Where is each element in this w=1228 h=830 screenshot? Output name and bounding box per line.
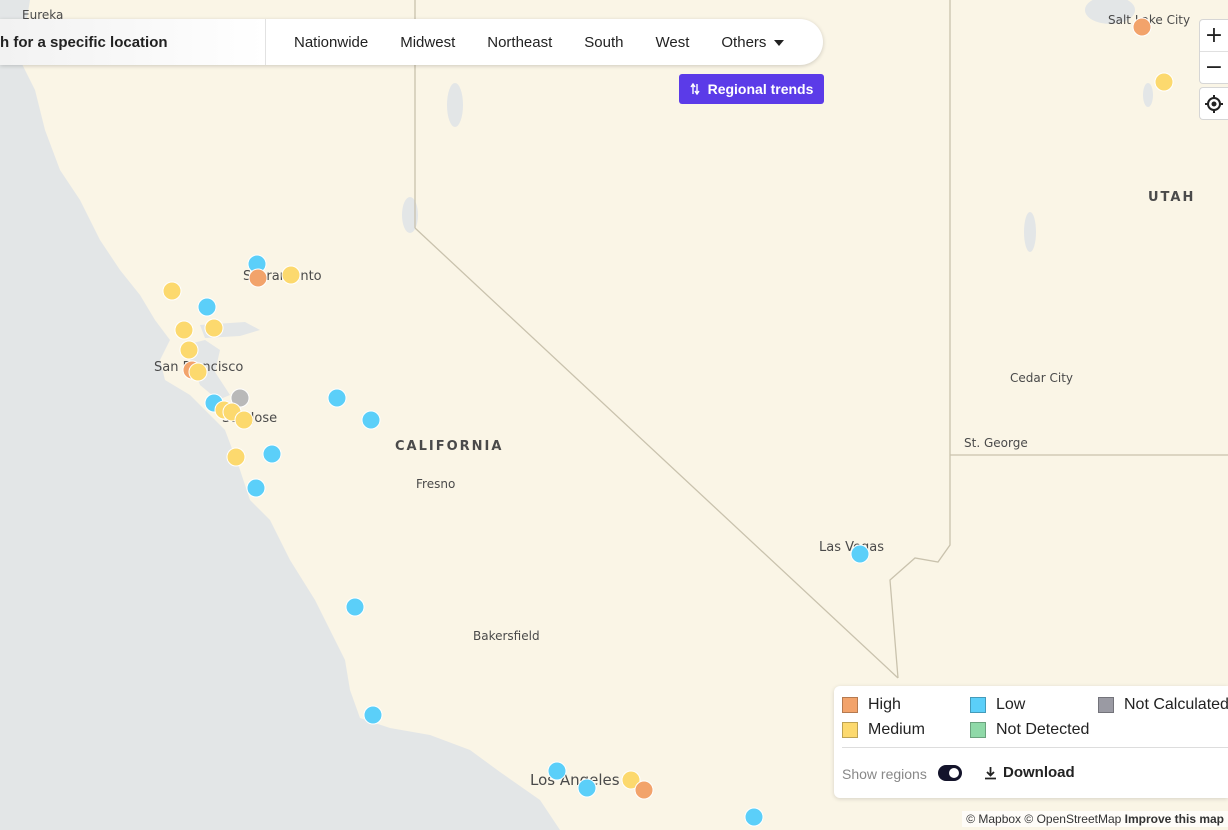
region-nav: Nationwide Midwest Northeast South West … <box>266 19 800 65</box>
swatch-not-calculated <box>1098 697 1114 713</box>
utah-lake <box>1143 83 1153 107</box>
site-marker-low[interactable] <box>246 478 266 498</box>
label-bakersfield: Bakersfield <box>473 629 540 643</box>
site-marker-low[interactable] <box>850 544 870 564</box>
search-field[interactable]: h for a specific location <box>0 19 266 65</box>
search-text: h for a specific location <box>0 33 168 51</box>
crosshair-icon <box>1205 94 1223 113</box>
download-icon <box>985 766 996 779</box>
label-fresno: Fresno <box>416 477 455 491</box>
sort-arrows-icon <box>690 83 700 95</box>
site-marker-low[interactable] <box>547 761 567 781</box>
zoom-in-button[interactable]: + <box>1200 20 1228 52</box>
nav-south[interactable]: South <box>568 34 639 51</box>
nav-west[interactable]: West <box>639 34 705 51</box>
legend-low: Low <box>970 696 1025 714</box>
label-california: CALIFORNIA <box>395 439 503 454</box>
download-label: Download <box>1003 764 1075 781</box>
nav-nationwide[interactable]: Nationwide <box>266 34 384 51</box>
attribution-mapbox[interactable]: © Mapbox <box>966 812 1021 826</box>
nav-others-label: Others <box>721 33 767 51</box>
legend-not-calculated: Not Calculated <box>1098 696 1228 714</box>
label-st-george: St. George <box>964 436 1028 450</box>
site-marker-high[interactable] <box>634 780 654 800</box>
site-marker-medium[interactable] <box>179 340 199 360</box>
swatch-not-detected <box>970 722 986 738</box>
swatch-high <box>842 697 858 713</box>
nav-midwest[interactable]: Midwest <box>384 34 471 51</box>
regional-trends-label: Regional trends <box>707 81 814 97</box>
pyramid-lake <box>447 83 463 127</box>
label-los-angeles: Los Angeles <box>530 771 620 789</box>
locate-button[interactable] <box>1200 88 1228 119</box>
site-marker-medium[interactable] <box>188 362 208 382</box>
attribution-osm[interactable]: © OpenStreetMap <box>1024 812 1121 826</box>
legend-medium: Medium <box>842 721 925 739</box>
zoom-controls: + − <box>1199 19 1228 84</box>
show-regions-label: Show regions <box>842 766 927 782</box>
legend-high-label: High <box>868 696 901 713</box>
site-marker-low[interactable] <box>197 297 217 317</box>
site-marker-medium[interactable] <box>162 281 182 301</box>
legend-not-detected: Not Detected <box>970 721 1089 739</box>
map-attribution: © Mapbox © OpenStreetMap Improve this ma… <box>962 811 1228 827</box>
site-marker-low[interactable] <box>744 807 764 827</box>
download-button[interactable]: Download <box>984 764 1075 781</box>
label-utah: UTAH <box>1148 190 1195 205</box>
site-marker-low[interactable] <box>345 597 365 617</box>
swatch-low <box>970 697 986 713</box>
locate-control <box>1199 87 1228 120</box>
caret-down-icon <box>774 39 785 46</box>
zoom-out-button[interactable]: − <box>1200 52 1228 83</box>
top-bar: h for a specific location Nationwide Mid… <box>0 19 823 65</box>
site-marker-low[interactable] <box>327 388 347 408</box>
legend-not-calculated-label: Not Calculated <box>1124 696 1228 713</box>
show-regions-toggle[interactable] <box>938 765 962 781</box>
legend-divider <box>842 747 1228 748</box>
legend-low-label: Low <box>996 696 1026 713</box>
site-marker-low[interactable] <box>361 410 381 430</box>
site-marker-high[interactable] <box>248 268 268 288</box>
site-marker-medium[interactable] <box>281 265 301 285</box>
site-marker-medium[interactable] <box>226 447 246 467</box>
site-marker-medium[interactable] <box>204 318 224 338</box>
sevier-lake <box>1024 212 1036 252</box>
legend-medium-label: Medium <box>868 721 925 738</box>
nav-others[interactable]: Others <box>705 34 800 51</box>
site-marker-medium[interactable] <box>174 320 194 340</box>
site-marker-low[interactable] <box>363 705 383 725</box>
site-marker-low[interactable] <box>577 778 597 798</box>
site-marker-medium[interactable] <box>234 410 254 430</box>
label-cedar-city: Cedar City <box>1010 371 1073 385</box>
site-marker-low[interactable] <box>262 444 282 464</box>
attribution-improve[interactable]: Improve this map <box>1125 812 1224 826</box>
nav-northeast[interactable]: Northeast <box>471 34 568 51</box>
legend-not-detected-label: Not Detected <box>996 721 1090 738</box>
site-marker-high[interactable] <box>1132 17 1152 37</box>
site-marker-medium[interactable] <box>1154 72 1174 92</box>
legend-high: High <box>842 696 901 714</box>
regional-trends-button[interactable]: Regional trends <box>679 74 824 104</box>
swatch-medium <box>842 722 858 738</box>
legend-panel: High Low Not Calculated Medium Not Detec… <box>834 686 1228 798</box>
